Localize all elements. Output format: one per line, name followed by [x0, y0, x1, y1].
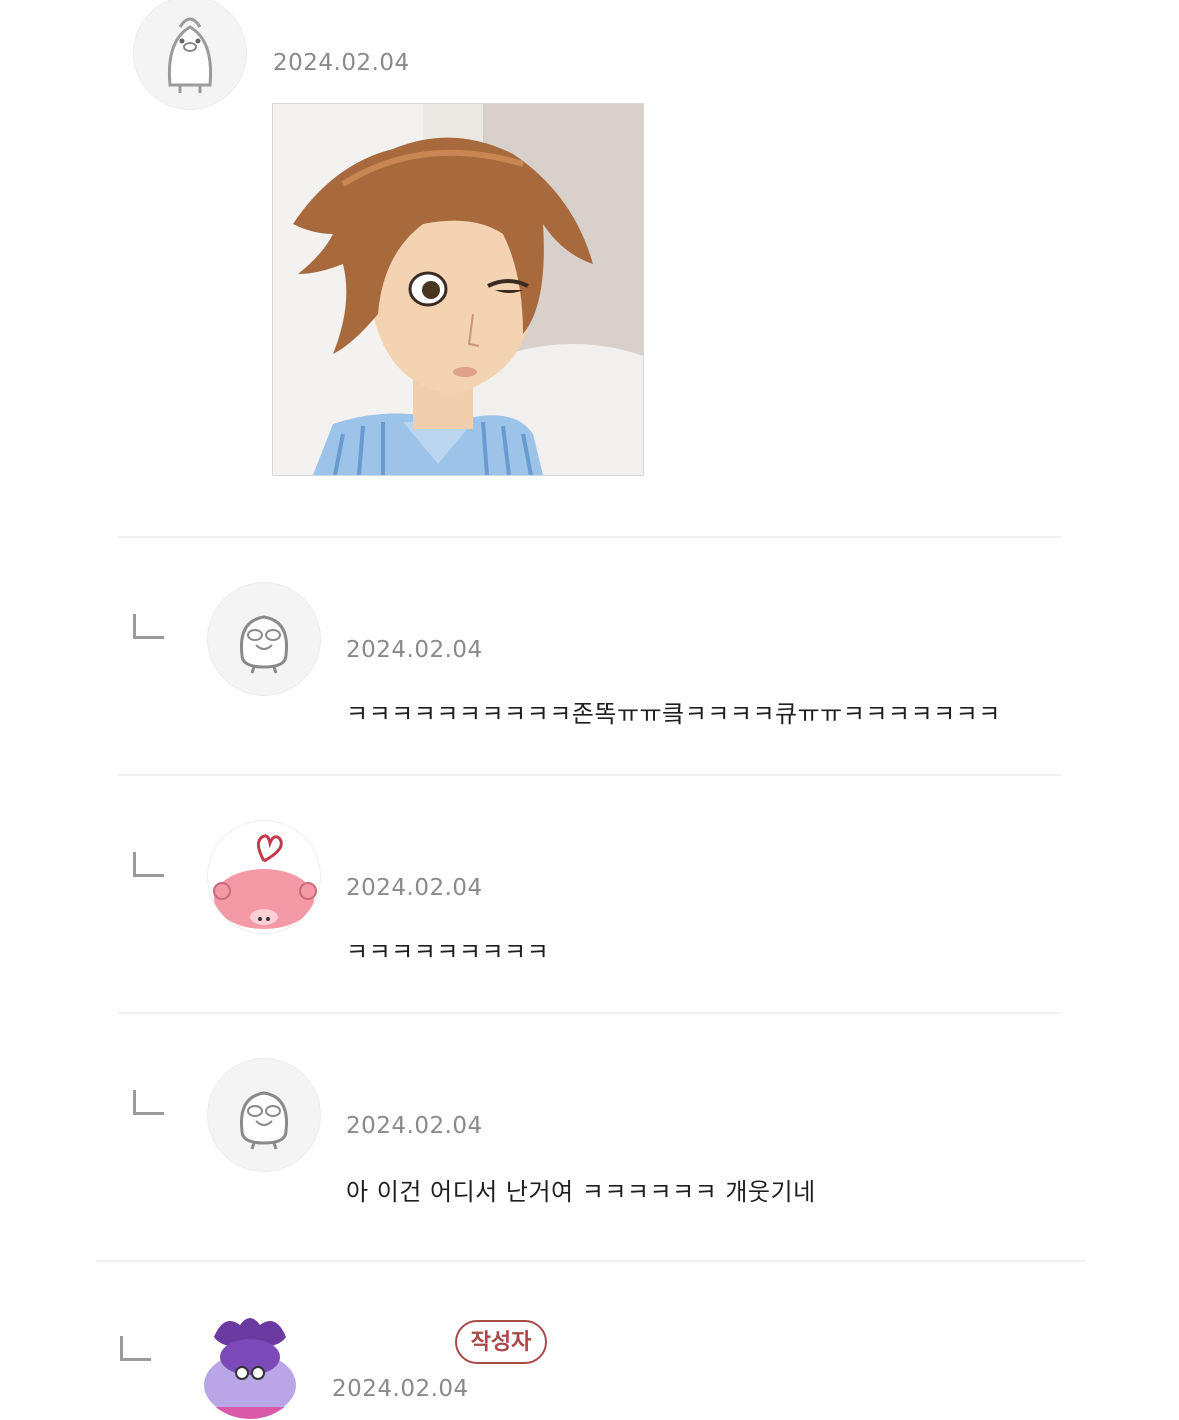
reply-indicator-icon — [133, 614, 164, 639]
purple-character-avatar-icon — [194, 1307, 306, 1419]
comment-date: 2024.02.04 — [346, 637, 483, 663]
comment-divider — [118, 1012, 1061, 1014]
pink-bear-avatar-icon — [208, 821, 320, 933]
comment-text: ㅋㅋㅋㅋㅋㅋㅋㅋㅋ — [346, 938, 550, 966]
comment-text: ㅋㅋㅋㅋㅋㅋㅋㅋㅋㅋ존똑ㅠㅠ킄ㅋㅋㅋㅋ큐ㅠㅠㅋㅋㅋㅋㅋㅋㅋ — [346, 700, 1001, 728]
reply-indicator-icon — [120, 1336, 151, 1361]
penguin-avatar-icon — [134, 0, 246, 109]
comment-divider — [118, 536, 1061, 538]
cartoon-character-image — [273, 104, 643, 475]
avatar[interactable] — [133, 0, 247, 110]
comment-image-attachment[interactable] — [272, 103, 644, 476]
comment-divider — [118, 774, 1061, 776]
avatar[interactable] — [207, 1058, 321, 1172]
comment-date: 2024.02.04 — [346, 875, 483, 901]
avatar[interactable] — [207, 820, 321, 934]
comment-divider — [96, 1260, 1086, 1262]
author-badge: 작성자 — [455, 1320, 547, 1364]
comment-text: 아 이건 어디서 난거여 ㅋㅋㅋㅋㅋㅋ 개웃기네 — [346, 1178, 816, 1206]
reply-indicator-icon — [133, 852, 164, 877]
comment-date: 2024.02.04 — [332, 1376, 469, 1402]
comment-date: 2024.02.04 — [273, 50, 410, 76]
duck-avatar-icon — [208, 583, 320, 695]
avatar[interactable] — [207, 582, 321, 696]
reply-indicator-icon — [133, 1090, 164, 1115]
avatar[interactable] — [193, 1306, 307, 1420]
comment-date: 2024.02.04 — [346, 1113, 483, 1139]
duck-avatar-icon — [208, 1059, 320, 1171]
